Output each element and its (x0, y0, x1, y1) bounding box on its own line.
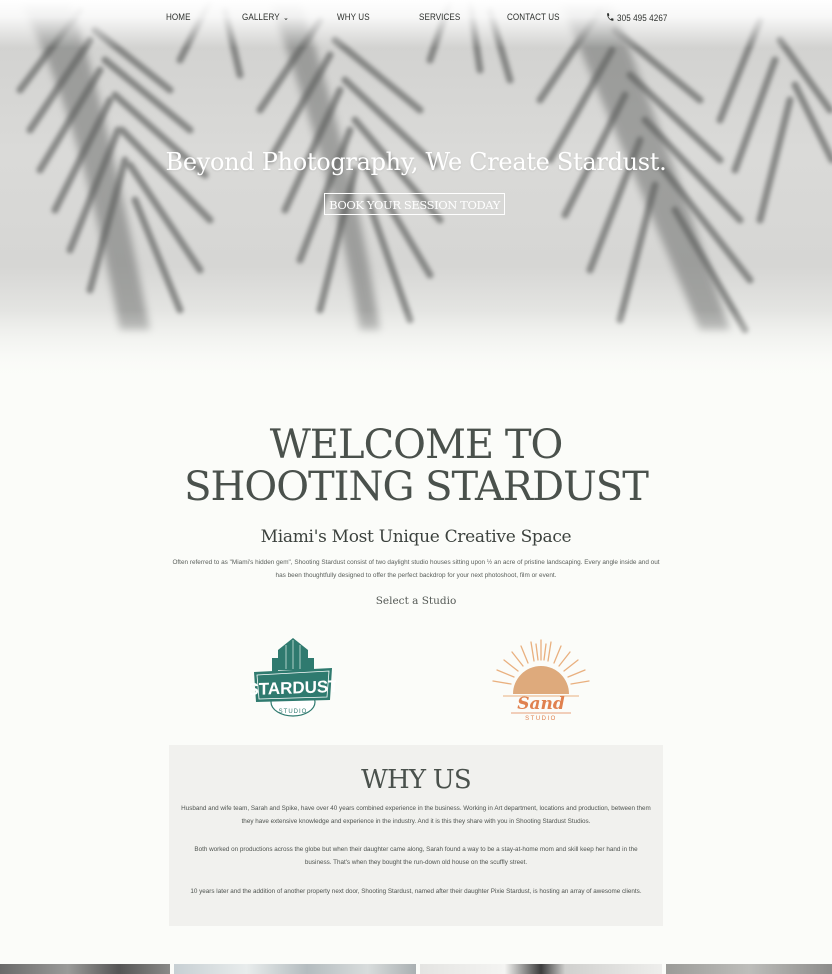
hero-fade (0, 310, 832, 380)
intro-paragraph: Often referred to as "Miami's hidden gem… (172, 559, 660, 579)
gallery-photo-4[interactable] (666, 964, 832, 974)
why-us-heading: WHY US (361, 765, 472, 795)
welcome-line-1: WELCOME TO (269, 422, 564, 468)
nav-home[interactable]: HOME (166, 12, 191, 23)
nav-services[interactable]: SERVICES (419, 12, 460, 23)
chevron-down-icon: ⌄ (283, 13, 289, 22)
why-us-paragraph-2: Both worked on productions across the gl… (194, 846, 638, 866)
nav-gallery-label: GALLERY (242, 12, 280, 23)
hero-title: Beyond Photography, We Create Stardust. (165, 148, 667, 176)
gallery-photo-3[interactable] (420, 964, 662, 974)
stardust-studio-logo[interactable]: STARDUST STUDIO (250, 636, 336, 720)
sand-logo-text: Sand (517, 694, 565, 714)
tagline: Miami's Most Unique Creative Space (260, 527, 572, 547)
sand-logo-sub: STUDIO (525, 716, 557, 722)
stardust-logo-text: STARDUST (250, 677, 336, 699)
select-studio-label: Select a Studio (375, 595, 457, 607)
gallery-strip (0, 964, 832, 974)
welcome-heading: WELCOME TO SHOOTING STARDUST (0, 424, 832, 508)
hero-banner: HOME GALLERY ⌄ WHY US SERVICES CONTACT US… (0, 0, 832, 380)
phone-number: 305 495 4267 (617, 13, 668, 24)
welcome-line-2: SHOOTING STARDUST (184, 464, 649, 510)
book-session-button[interactable]: BOOK YOUR SESSION TODAY (324, 193, 505, 215)
why-us-paragraph-3: 10 years later and the addition of anoth… (190, 888, 642, 895)
why-us-paragraph-1: Husband and wife team, Sarah and Spike, … (181, 805, 651, 825)
nav-why-us[interactable]: WHY US (337, 12, 370, 23)
gallery-photo-1[interactable] (0, 964, 170, 974)
nav-phone-link[interactable]: 305 495 4267 (606, 12, 667, 24)
phone-icon (607, 13, 614, 21)
stardust-logo-sub: STUDIO (279, 709, 308, 715)
main-navigation: HOME GALLERY ⌄ WHY US SERVICES CONTACT US… (0, 12, 832, 30)
nav-gallery[interactable]: GALLERY ⌄ (242, 12, 289, 23)
why-us-section: WHY US Husband and wife team, Sarah and … (169, 745, 663, 926)
gallery-photo-2[interactable] (174, 964, 416, 974)
nav-contact-us[interactable]: CONTACT US (507, 12, 560, 23)
sand-studio-logo[interactable]: Sand STUDIO (487, 636, 595, 722)
